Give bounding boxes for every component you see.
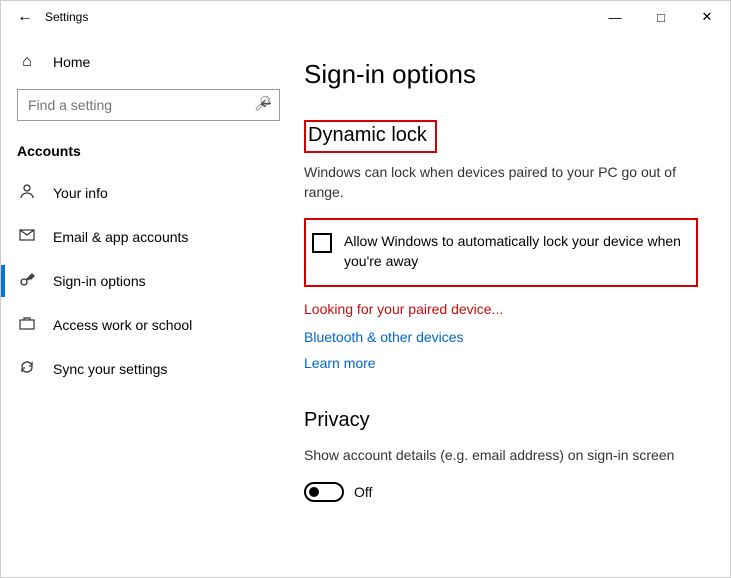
sidebar-home-label: Home <box>53 54 90 70</box>
person-icon <box>17 183 37 203</box>
back-button[interactable]: ← <box>9 8 41 26</box>
main-content: Sign-in options Dynamic lock Windows can… <box>296 33 730 577</box>
dynamic-lock-heading: Dynamic lock <box>308 124 427 147</box>
pairing-status: Looking for your paired device... <box>304 301 698 317</box>
sidebar-group-title: Accounts <box>1 121 296 171</box>
dynamic-lock-description: Windows can lock when devices paired to … <box>304 163 698 202</box>
page-title: Sign-in options <box>304 59 698 90</box>
briefcase-icon <box>17 315 37 335</box>
minimize-button[interactable]: — <box>592 1 638 33</box>
sidebar-item-label: Your info <box>53 185 108 201</box>
sidebar-item-label: Access work or school <box>53 317 192 333</box>
privacy-toggle-label: Off <box>354 484 372 500</box>
sidebar-item-sync-settings[interactable]: Sync your settings <box>1 347 296 391</box>
sync-icon <box>17 359 37 379</box>
sidebar-item-label: Sync your settings <box>53 361 167 377</box>
window-controls: — □ ✕ <box>592 1 730 33</box>
sidebar: ⌂ Home ➔ 🔎︎ Accounts Your info <box>1 33 296 577</box>
sidebar-home[interactable]: ⌂ Home <box>1 45 296 79</box>
sidebar-item-email-accounts[interactable]: Email & app accounts <box>1 215 296 259</box>
privacy-description: Show account details (e.g. email address… <box>304 446 698 466</box>
window-title: Settings <box>41 10 88 24</box>
search-box: ➔ 🔎︎ <box>17 89 280 121</box>
privacy-toggle-row: Off <box>304 482 698 502</box>
dynamic-lock-checkbox-label: Allow Windows to automatically lock your… <box>344 232 688 271</box>
mail-icon <box>17 227 37 247</box>
sidebar-nav: Your info Email & app accounts Sign-in o… <box>1 171 296 391</box>
titlebar: ← Settings — □ ✕ <box>1 1 730 33</box>
toggle-knob <box>309 487 319 497</box>
settings-window: ← Settings — □ ✕ ⌂ Home ➔ 🔎︎ Accounts <box>0 0 731 578</box>
dynamic-lock-checkbox[interactable] <box>312 233 332 253</box>
window-body: ⌂ Home ➔ 🔎︎ Accounts Your info <box>1 33 730 577</box>
privacy-heading: Privacy <box>304 409 370 432</box>
maximize-button[interactable]: □ <box>638 1 684 33</box>
search-input[interactable] <box>17 89 280 121</box>
close-button[interactable]: ✕ <box>684 1 730 33</box>
dynamic-lock-checkbox-row[interactable]: Allow Windows to automatically lock your… <box>306 224 694 279</box>
key-icon <box>17 271 37 291</box>
privacy-toggle[interactable] <box>304 482 344 502</box>
sidebar-item-your-info[interactable]: Your info <box>1 171 296 215</box>
search-icon: 🔎︎ <box>254 95 272 112</box>
sidebar-item-sign-in-options[interactable]: Sign-in options <box>1 259 296 303</box>
home-icon: ⌂ <box>17 53 37 71</box>
sidebar-item-label: Email & app accounts <box>53 229 188 245</box>
bluetooth-devices-link[interactable]: Bluetooth & other devices <box>304 329 698 345</box>
sidebar-item-label: Sign-in options <box>53 273 146 289</box>
learn-more-link[interactable]: Learn more <box>304 355 698 371</box>
sidebar-item-access-work-school[interactable]: Access work or school <box>1 303 296 347</box>
